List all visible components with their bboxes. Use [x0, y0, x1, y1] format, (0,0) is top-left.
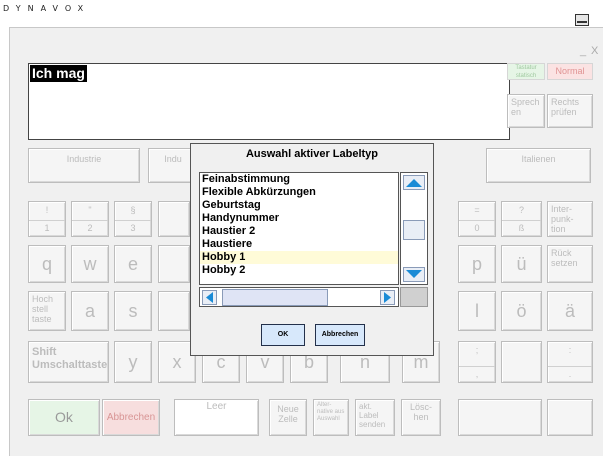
shift-key[interactable]: Shift Umschalttaste	[28, 341, 109, 383]
backspace-key[interactable]: Rück setzen	[547, 245, 593, 283]
dialog-title: Auswahl aktiver Labeltyp	[245, 148, 379, 160]
key-y[interactable]: y	[114, 341, 152, 383]
key-sz[interactable]: ? ß	[501, 201, 542, 237]
title-bar: DYNAVOX	[0, 0, 603, 28]
arrow-down-icon	[406, 270, 422, 278]
list-item[interactable]: Flexible Abkürzungen	[200, 186, 398, 199]
size-grip	[400, 287, 428, 307]
message-text: Ich mag	[30, 65, 87, 82]
key-s[interactable]: s	[114, 291, 152, 331]
label-key-industrie[interactable]: Industrie	[28, 148, 140, 183]
list-item[interactable]: Geburtstag	[200, 199, 398, 212]
key-r[interactable]	[158, 245, 190, 283]
list-item[interactable]: Hobby 2	[200, 264, 398, 277]
key-semicolon[interactable]: ;,	[458, 341, 496, 383]
minimize-button[interactable]: _	[580, 45, 586, 57]
vertical-scrollbar[interactable]	[400, 172, 428, 285]
key-ae[interactable]: ä	[547, 291, 593, 331]
horizontal-scrollbar[interactable]	[199, 287, 399, 307]
key-d[interactable]	[158, 291, 190, 331]
list-item[interactable]: Feinabstimmung	[200, 173, 398, 186]
key-2[interactable]: " 2	[71, 201, 109, 237]
blank-key-1[interactable]	[458, 399, 542, 436]
ok-key[interactable]: Ok	[28, 399, 100, 436]
key-colon[interactable]: :.	[547, 341, 593, 383]
list-item[interactable]: Handynummer	[200, 212, 398, 225]
mode-normal: Normal	[547, 63, 593, 80]
close-button[interactable]: X	[591, 45, 598, 57]
scroll-up-button[interactable]	[403, 175, 425, 190]
list-item[interactable]: Haustiere	[200, 238, 398, 251]
dialog-ok-button[interactable]: OK	[261, 324, 305, 346]
brand-logo: DYNAVOX	[3, 4, 91, 13]
arrow-left-icon	[206, 292, 213, 303]
scroll-down-button[interactable]	[403, 267, 425, 282]
label-type-dialog: Auswahl aktiver Labeltyp Feinabstimmung …	[190, 143, 434, 356]
blank-key-2[interactable]	[547, 399, 593, 436]
scroll-left-button[interactable]	[202, 290, 217, 305]
caps-key[interactable]: Hoch stell taste	[28, 291, 66, 331]
key-0[interactable]: = 0	[458, 201, 496, 237]
scroll-right-button[interactable]	[380, 290, 395, 305]
tastatur-status: Tastatur statisch	[507, 63, 545, 80]
space-key[interactable]: Leer	[174, 399, 259, 436]
interpunktion-key[interactable]: Inter- punk- tion	[547, 201, 593, 237]
label-type-list[interactable]: Feinabstimmung Flexible Abkürzungen Gebu…	[199, 172, 399, 285]
key-1[interactable]: ! 1	[28, 201, 66, 237]
horizontal-scroll-thumb[interactable]	[222, 289, 328, 306]
vertical-scroll-thumb[interactable]	[403, 220, 425, 240]
new-cell-key[interactable]: Neue Zelle	[269, 399, 307, 436]
key-empty[interactable]	[501, 341, 542, 383]
key-4[interactable]	[158, 201, 190, 237]
label-key-italienen[interactable]: Italienen	[486, 148, 591, 183]
arrow-up-icon	[406, 179, 422, 187]
key-oe[interactable]: ö	[501, 291, 542, 331]
cancel-key[interactable]: Abbrechen	[102, 399, 160, 436]
send-label-key[interactable]: akt. Label senden	[355, 399, 395, 436]
key-3[interactable]: § 3	[114, 201, 152, 237]
spellcheck-button[interactable]: Rechts prüfen	[547, 94, 593, 128]
dialog-cancel-button[interactable]: Abbrechen	[315, 324, 365, 346]
key-l[interactable]: l	[458, 291, 496, 331]
key-ue[interactable]: ü	[501, 245, 542, 283]
alternatives-key[interactable]: Alter- native aus Auswahl	[313, 399, 349, 436]
key-w[interactable]: w	[71, 245, 109, 283]
key-a[interactable]: a	[71, 291, 109, 331]
arrow-right-icon	[384, 292, 391, 303]
list-item-selected[interactable]: Hobby 1	[200, 251, 398, 264]
message-area[interactable]: Ich mag	[28, 63, 510, 140]
key-p[interactable]: p	[458, 245, 496, 283]
key-q[interactable]: q	[28, 245, 66, 283]
delete-key[interactable]: Lösc- hen	[401, 399, 441, 436]
key-e[interactable]: e	[114, 245, 152, 283]
speak-button[interactable]: Sprech en	[507, 94, 545, 128]
window-icon[interactable]	[575, 14, 589, 26]
list-item[interactable]: Haustier 2	[200, 225, 398, 238]
